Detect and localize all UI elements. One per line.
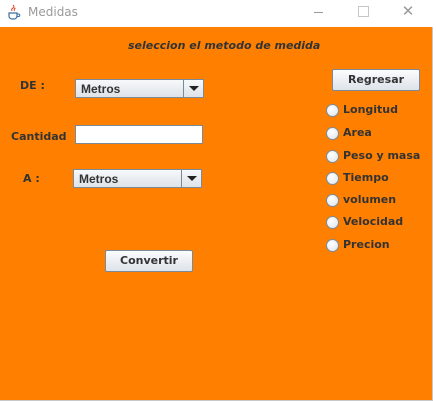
radio-label: Longitud bbox=[343, 103, 399, 116]
radio-circle-icon[interactable] bbox=[326, 172, 339, 185]
to-label: A : bbox=[23, 172, 40, 185]
close-button[interactable]: ✕ bbox=[386, 0, 430, 24]
maximize-icon bbox=[358, 6, 369, 17]
minimize-icon bbox=[314, 12, 323, 13]
radio-circle-icon[interactable] bbox=[326, 194, 339, 207]
chevron-down-icon[interactable] bbox=[183, 80, 203, 97]
quantity-input[interactable] bbox=[75, 125, 203, 144]
radio-label: Area bbox=[343, 126, 372, 139]
convert-button[interactable]: Convertir bbox=[105, 250, 193, 272]
from-unit-select[interactable]: Metros bbox=[75, 79, 204, 98]
back-button[interactable]: Regresar bbox=[332, 69, 420, 91]
from-label: DE : bbox=[20, 79, 45, 92]
radio-circle-icon[interactable] bbox=[326, 239, 339, 252]
to-unit-value: Metros bbox=[79, 172, 119, 186]
from-unit-value: Metros bbox=[81, 82, 121, 96]
radio-label: Velocidad bbox=[343, 215, 404, 228]
window-title: Medidas bbox=[28, 5, 78, 19]
app-window: Medidas ✕ seleccion el metodo de medida … bbox=[0, 0, 433, 401]
maximize-button[interactable] bbox=[341, 0, 385, 24]
minimize-button[interactable] bbox=[295, 0, 339, 24]
radio-circle-icon[interactable] bbox=[326, 150, 339, 163]
close-icon: ✕ bbox=[401, 2, 415, 20]
quantity-label: Cantidad bbox=[11, 130, 67, 143]
radio-label: volumen bbox=[343, 193, 397, 206]
radio-circle-icon[interactable] bbox=[326, 104, 339, 117]
radio-label: Peso y masa bbox=[343, 149, 421, 162]
java-cup-icon bbox=[6, 4, 22, 20]
form-heading: seleccion el metodo de medida bbox=[128, 39, 321, 52]
radio-label: Precion bbox=[343, 238, 390, 251]
radio-circle-icon[interactable] bbox=[326, 127, 339, 140]
title-bar: Medidas ✕ bbox=[0, 0, 433, 27]
main-panel: seleccion el metodo de medida DE : Metro… bbox=[0, 27, 432, 400]
chevron-down-icon[interactable] bbox=[181, 170, 201, 187]
radio-label: Tiempo bbox=[343, 171, 389, 184]
to-unit-select[interactable]: Metros bbox=[73, 169, 202, 188]
radio-circle-icon[interactable] bbox=[326, 216, 339, 229]
